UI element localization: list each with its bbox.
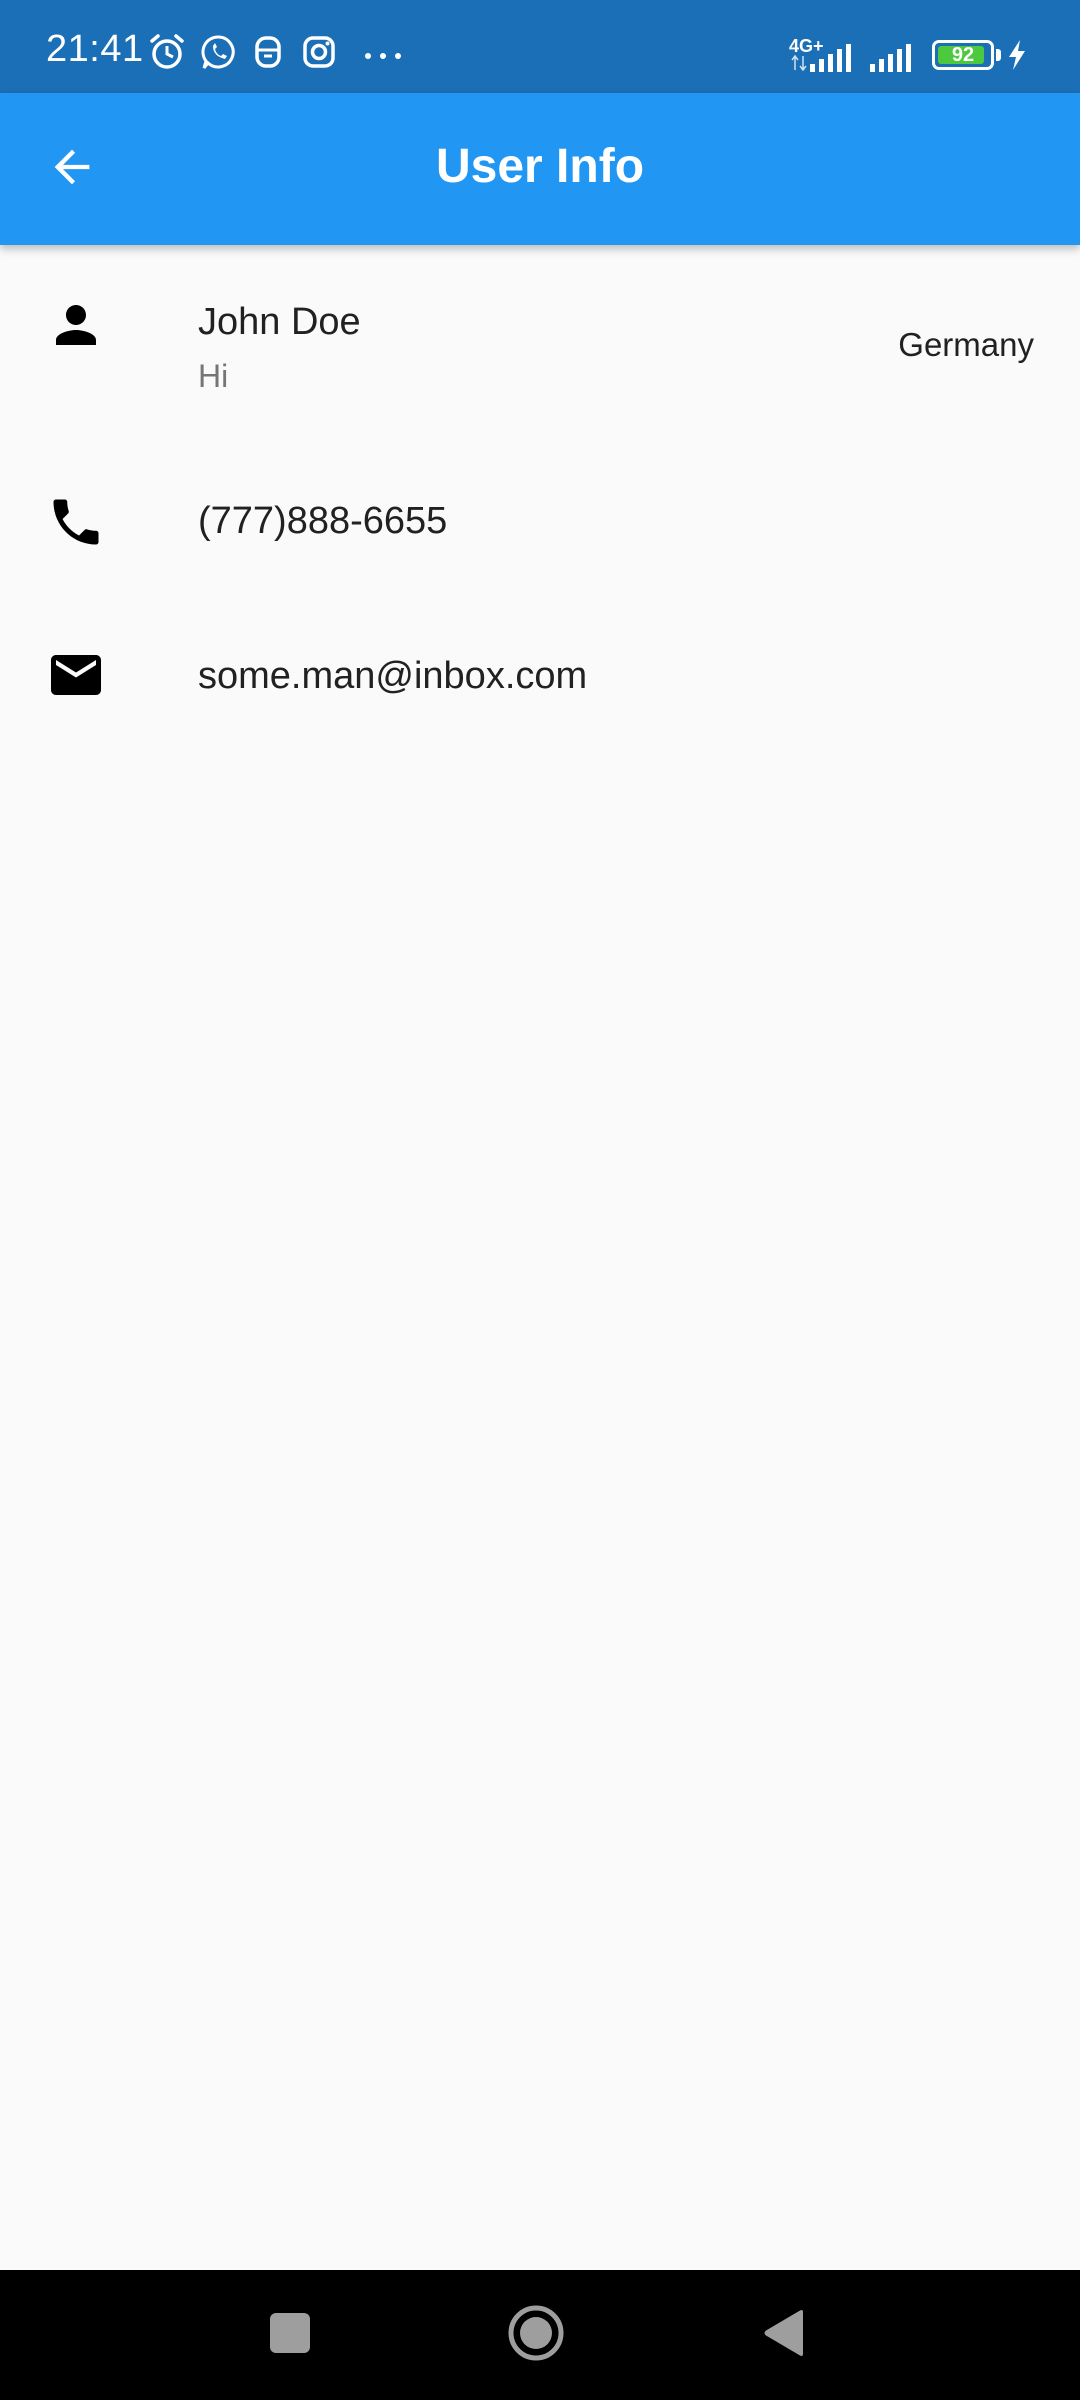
status-bar: 21:41 4G+ 92 bbox=[0, 0, 1080, 93]
recents-square-icon bbox=[268, 2311, 312, 2360]
user-name-row[interactable]: John Doe Hi Germany bbox=[0, 290, 1080, 410]
email-icon bbox=[46, 645, 106, 705]
home-button[interactable] bbox=[501, 2300, 571, 2370]
more-dots-icon bbox=[362, 32, 404, 72]
screen: 21:41 4G+ 92 User Info John Doe Hi Germa… bbox=[0, 0, 1080, 2400]
whatsapp-icon bbox=[199, 32, 239, 72]
user-country: Germany bbox=[898, 326, 1034, 363]
alarm-icon bbox=[147, 32, 187, 72]
user-name: John Doe bbox=[198, 301, 361, 343]
email-row[interactable]: some.man@inbox.com bbox=[0, 625, 1080, 725]
instagram-icon bbox=[300, 32, 340, 72]
battery-level-text: 92 bbox=[951, 44, 975, 66]
page-title: User Info bbox=[435, 140, 645, 193]
system-nav-bar bbox=[0, 2270, 1080, 2400]
user-phone: (777)888-6655 bbox=[198, 500, 448, 542]
home-circle-icon bbox=[506, 2303, 566, 2368]
status-time: 21:41 bbox=[46, 28, 144, 70]
person-icon bbox=[46, 295, 106, 355]
phone-icon bbox=[46, 492, 106, 552]
charging-icon bbox=[1005, 38, 1029, 72]
battery-tip bbox=[996, 49, 1001, 61]
phone-row[interactable]: (777)888-6655 bbox=[0, 470, 1080, 570]
user-email: some.man@inbox.com bbox=[198, 655, 588, 697]
nav-back-button[interactable] bbox=[749, 2300, 819, 2370]
app-notification-icon bbox=[251, 32, 285, 72]
signal-4g-icon bbox=[788, 38, 858, 74]
signal-icon bbox=[868, 38, 920, 74]
recents-button[interactable] bbox=[255, 2300, 325, 2370]
user-status: Hi bbox=[198, 358, 229, 394]
back-triangle-icon bbox=[761, 2308, 807, 2363]
battery-icon: 92 bbox=[932, 40, 994, 70]
app-bar: User Info bbox=[0, 93, 1080, 245]
